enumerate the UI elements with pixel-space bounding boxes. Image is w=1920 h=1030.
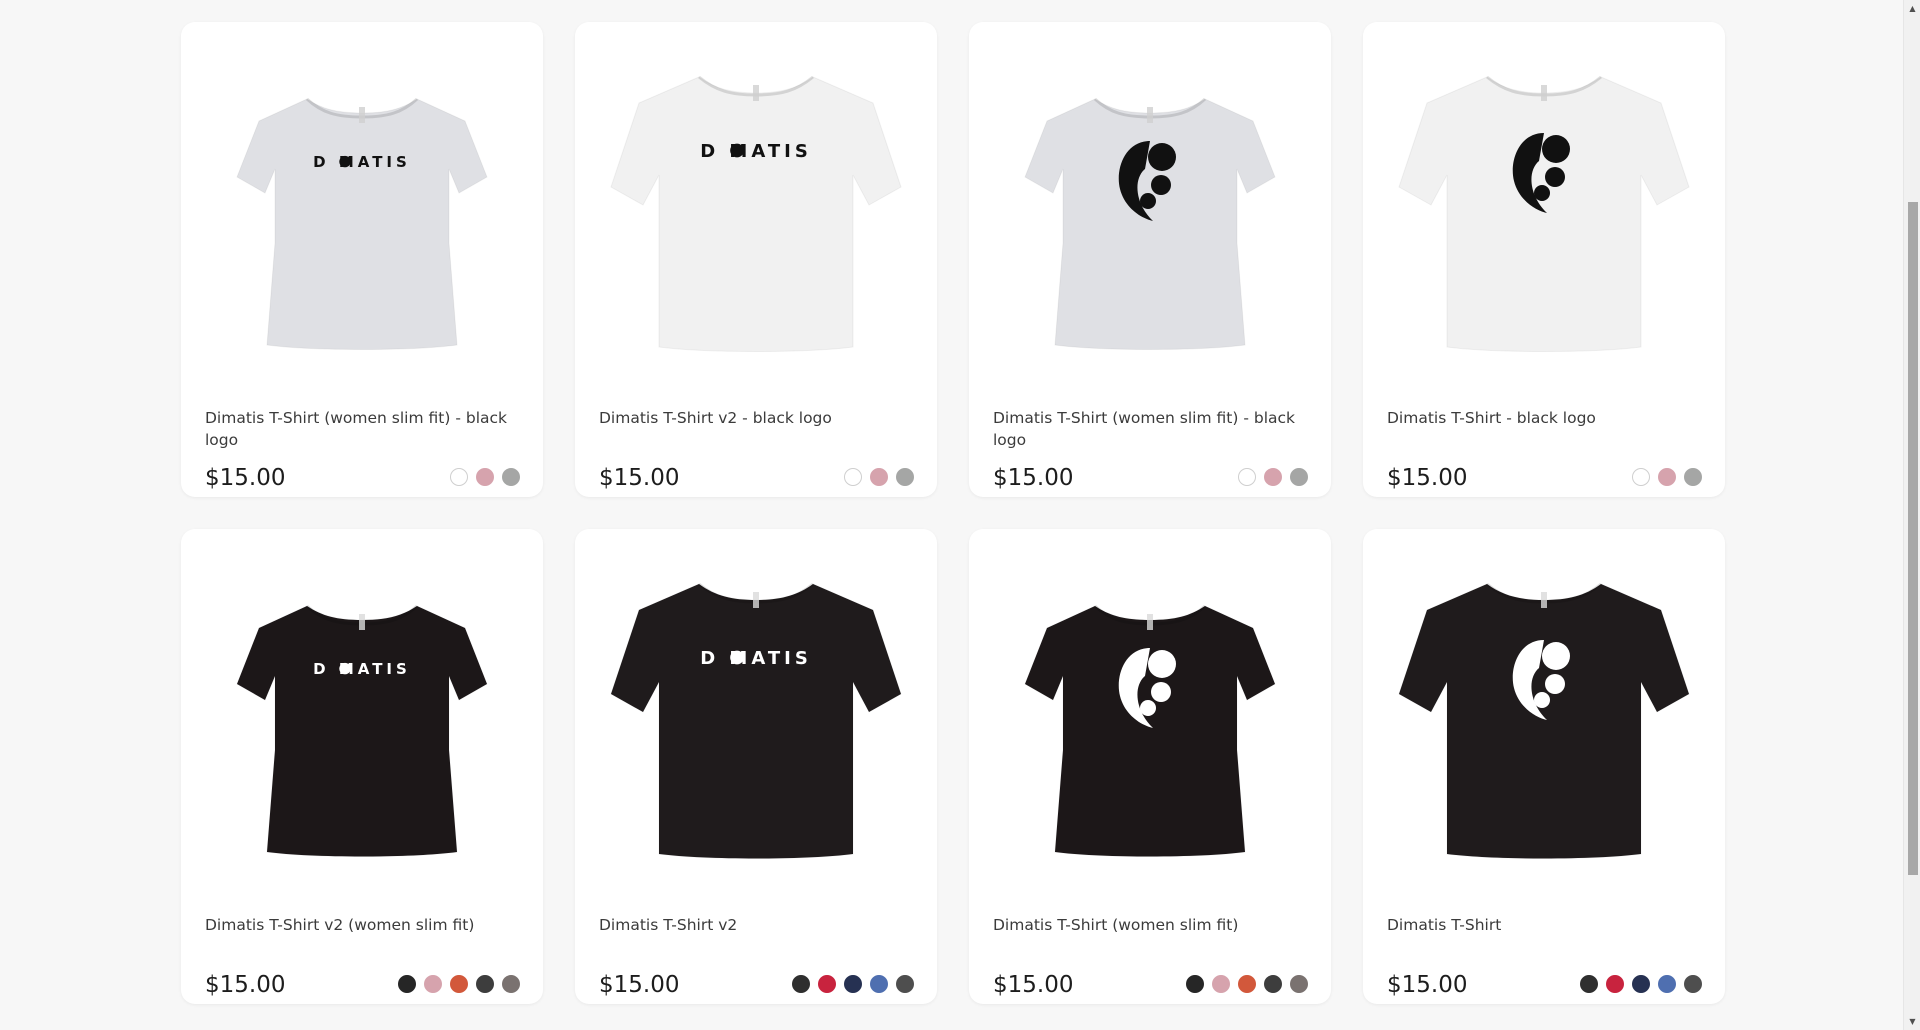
product-card[interactable]: Dimatis T-Shirt $15.00: [1363, 529, 1725, 1004]
tshirt-image: D MATIS: [610, 75, 902, 352]
color-swatches: [450, 468, 520, 486]
product-title[interactable]: Dimatis T-Shirt v2: [599, 914, 909, 936]
product-price: $15.00: [205, 972, 286, 998]
color-swatch[interactable]: [1186, 975, 1204, 993]
product-price: $15.00: [993, 465, 1074, 491]
scroll-down-icon[interactable]: ▼: [1904, 1013, 1920, 1030]
color-swatch[interactable]: [1684, 468, 1702, 486]
color-swatch[interactable]: [398, 975, 416, 993]
scrollbar-thumb[interactable]: [1908, 202, 1918, 875]
color-swatch[interactable]: [424, 975, 442, 993]
tshirt-image: D MATIS: [610, 582, 902, 859]
color-swatches: [1580, 975, 1702, 993]
product-card[interactable]: Dimatis T-Shirt (women slim fit) $15.00: [969, 529, 1331, 1004]
product-card[interactable]: Dimatis T-Shirt - black logo $15.00: [1363, 22, 1725, 497]
color-swatch[interactable]: [896, 468, 914, 486]
brand-wordmark: D MATIS: [700, 141, 812, 162]
product-image[interactable]: D MATIS: [575, 22, 937, 402]
color-swatches: [1186, 975, 1308, 993]
product-price: $15.00: [1387, 465, 1468, 491]
product-image[interactable]: [1363, 529, 1725, 909]
brand-wordmark: D MATIS: [313, 660, 411, 678]
color-swatch[interactable]: [1606, 975, 1624, 993]
product-card[interactable]: D MATIS Dimatis T-Shirt v2 (women slim f…: [181, 529, 543, 1004]
color-swatches: [792, 975, 914, 993]
color-swatch[interactable]: [844, 975, 862, 993]
color-swatch[interactable]: [502, 975, 520, 993]
color-swatches: [1632, 468, 1702, 486]
color-swatch[interactable]: [1658, 468, 1676, 486]
color-swatch[interactable]: [870, 975, 888, 993]
color-swatches: [1238, 468, 1308, 486]
page-scrollbar[interactable]: ▲ ▼: [1903, 0, 1920, 1030]
product-image[interactable]: D MATIS: [181, 529, 543, 909]
color-swatch[interactable]: [1632, 468, 1650, 486]
tshirt-image: [1024, 97, 1276, 350]
color-swatches: [844, 468, 914, 486]
product-card[interactable]: D MATIS Dimatis T-Shirt (women slim fit)…: [181, 22, 543, 497]
product-title[interactable]: Dimatis T-Shirt v2 - black logo: [599, 407, 909, 429]
tshirt-image: [1024, 604, 1276, 857]
color-swatch[interactable]: [1580, 975, 1598, 993]
brand-wordmark: D MATIS: [700, 648, 812, 669]
color-swatch[interactable]: [1290, 975, 1308, 993]
product-card[interactable]: D MATIS Dimatis T-Shirt v2 - black logo …: [575, 22, 937, 497]
product-card[interactable]: D MATIS Dimatis T-Shirt v2 $15.00: [575, 529, 937, 1004]
color-swatch[interactable]: [818, 975, 836, 993]
product-grid: D MATIS Dimatis T-Shirt (women slim fit)…: [181, 22, 1725, 1004]
product-title[interactable]: Dimatis T-Shirt v2 (women slim fit): [205, 914, 515, 936]
product-title[interactable]: Dimatis T-Shirt - black logo: [1387, 407, 1697, 429]
color-swatch[interactable]: [1632, 975, 1650, 993]
color-swatch[interactable]: [896, 975, 914, 993]
product-price: $15.00: [599, 465, 680, 491]
product-image[interactable]: D MATIS: [181, 22, 543, 402]
tshirt-image: D MATIS: [236, 604, 488, 857]
color-swatch[interactable]: [1238, 468, 1256, 486]
color-swatch[interactable]: [476, 468, 494, 486]
color-swatch[interactable]: [1264, 975, 1282, 993]
product-title[interactable]: Dimatis T-Shirt (women slim fit) - black…: [993, 407, 1303, 451]
product-image[interactable]: [1363, 22, 1725, 402]
color-swatch[interactable]: [792, 975, 810, 993]
color-swatch[interactable]: [1658, 975, 1676, 993]
color-swatch[interactable]: [1264, 468, 1282, 486]
color-swatch[interactable]: [1290, 468, 1308, 486]
color-swatch[interactable]: [1212, 975, 1230, 993]
product-image[interactable]: [969, 529, 1331, 909]
color-swatch[interactable]: [450, 468, 468, 486]
tshirt-image: [1398, 582, 1690, 859]
product-price: $15.00: [1387, 972, 1468, 998]
tshirt-image: [1398, 75, 1690, 352]
color-swatch[interactable]: [476, 975, 494, 993]
brand-wordmark: D MATIS: [313, 153, 411, 171]
product-title[interactable]: Dimatis T-Shirt: [1387, 914, 1697, 936]
product-title[interactable]: Dimatis T-Shirt (women slim fit) - black…: [205, 407, 515, 451]
color-swatch[interactable]: [1238, 975, 1256, 993]
product-price: $15.00: [205, 465, 286, 491]
color-swatch[interactable]: [844, 468, 862, 486]
product-title[interactable]: Dimatis T-Shirt (women slim fit): [993, 914, 1303, 936]
color-swatch[interactable]: [450, 975, 468, 993]
product-price: $15.00: [599, 972, 680, 998]
scroll-up-icon[interactable]: ▲: [1904, 0, 1920, 17]
tshirt-image: D MATIS: [236, 97, 488, 350]
product-image[interactable]: D MATIS: [575, 529, 937, 909]
product-card[interactable]: Dimatis T-Shirt (women slim fit) - black…: [969, 22, 1331, 497]
color-swatches: [398, 975, 520, 993]
product-image[interactable]: [969, 22, 1331, 402]
color-swatch[interactable]: [1684, 975, 1702, 993]
product-price: $15.00: [993, 972, 1074, 998]
color-swatch[interactable]: [870, 468, 888, 486]
color-swatch[interactable]: [502, 468, 520, 486]
